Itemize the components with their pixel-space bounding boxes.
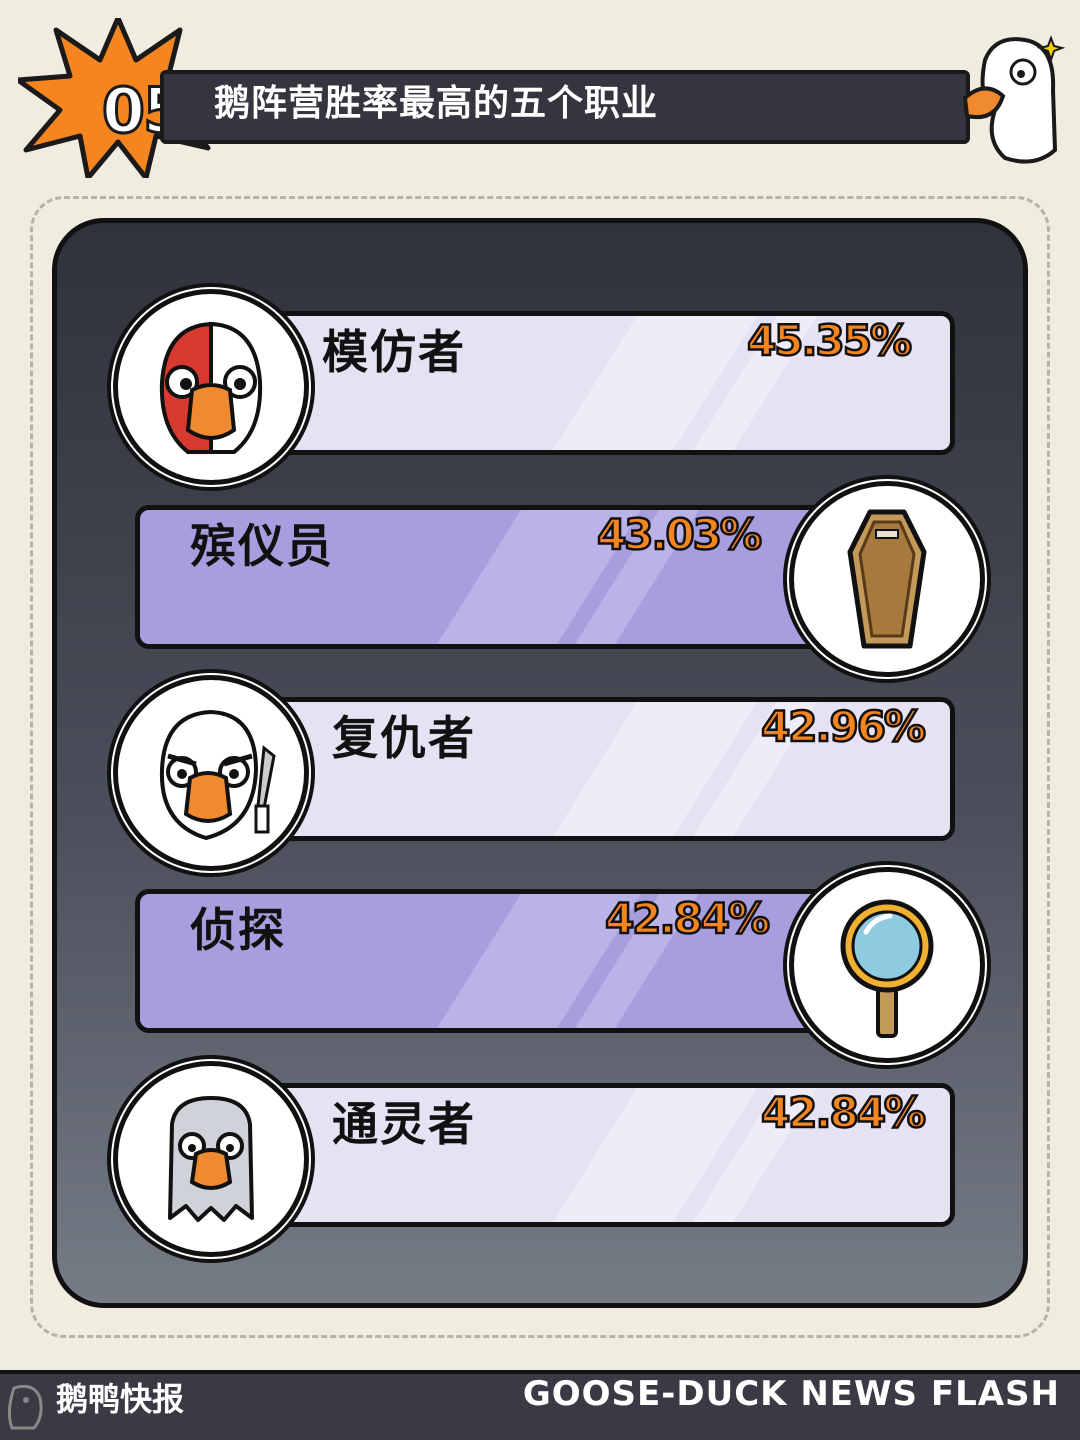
win-rate: 42.84%: [604, 894, 771, 944]
role-bar-medium: 通灵者 42.84%: [247, 1083, 955, 1227]
role-name: 通灵者: [332, 1097, 476, 1151]
win-rate: 42.96%: [760, 702, 927, 752]
role-name: 复仇者: [332, 711, 476, 765]
page-title: 鹅阵营胜率最高的五个职业: [214, 83, 659, 124]
win-rate: 42.84%: [760, 1088, 927, 1138]
win-rate: 43.03%: [596, 510, 763, 560]
role-avatar-medium: [113, 1061, 309, 1257]
role-name: 侦探: [190, 903, 286, 957]
brand-english: GOOSE-DUCK NEWS FLASH: [522, 1374, 1060, 1414]
coffin-icon: [847, 509, 927, 649]
role-bar-mimic: 模仿者 45.35%: [247, 311, 955, 455]
role-bar-undertaker: 殡仪员 43.03%: [135, 505, 835, 649]
ghost-goose-icon: [168, 1096, 254, 1222]
role-avatar-undertaker: [789, 481, 985, 677]
avenger-goose-knife-icon: [159, 709, 276, 841]
mimic-goose-icon: [159, 321, 263, 454]
magnifying-glass-icon: [840, 899, 934, 1038]
title-bar: 鹅阵营胜率最高的五个职业: [160, 70, 970, 144]
role-avatar-mimic: [113, 289, 309, 485]
role-bar-detective: 侦探 42.84%: [135, 889, 835, 1033]
role-avatar-detective: [789, 867, 985, 1063]
role-name: 殡仪员: [190, 519, 334, 573]
win-rate: 45.35%: [746, 316, 913, 366]
role-avatar-avenger: [113, 675, 309, 871]
ranking-panel: 模仿者 45.35% 殡仪员 43.03% 复仇者 42.96% 侦探 42.8…: [52, 218, 1028, 1308]
goose-mascot-icon: [962, 35, 1066, 164]
role-bar-avenger: 复仇者 42.96%: [247, 697, 955, 841]
brand-name: 鹅鸭快报: [56, 1380, 185, 1418]
goose-logo-icon: [7, 1384, 43, 1430]
role-name: 模仿者: [322, 325, 466, 379]
footer-bar: 鹅鸭快报 GOOSE-DUCK NEWS FLASH: [0, 1370, 1080, 1440]
